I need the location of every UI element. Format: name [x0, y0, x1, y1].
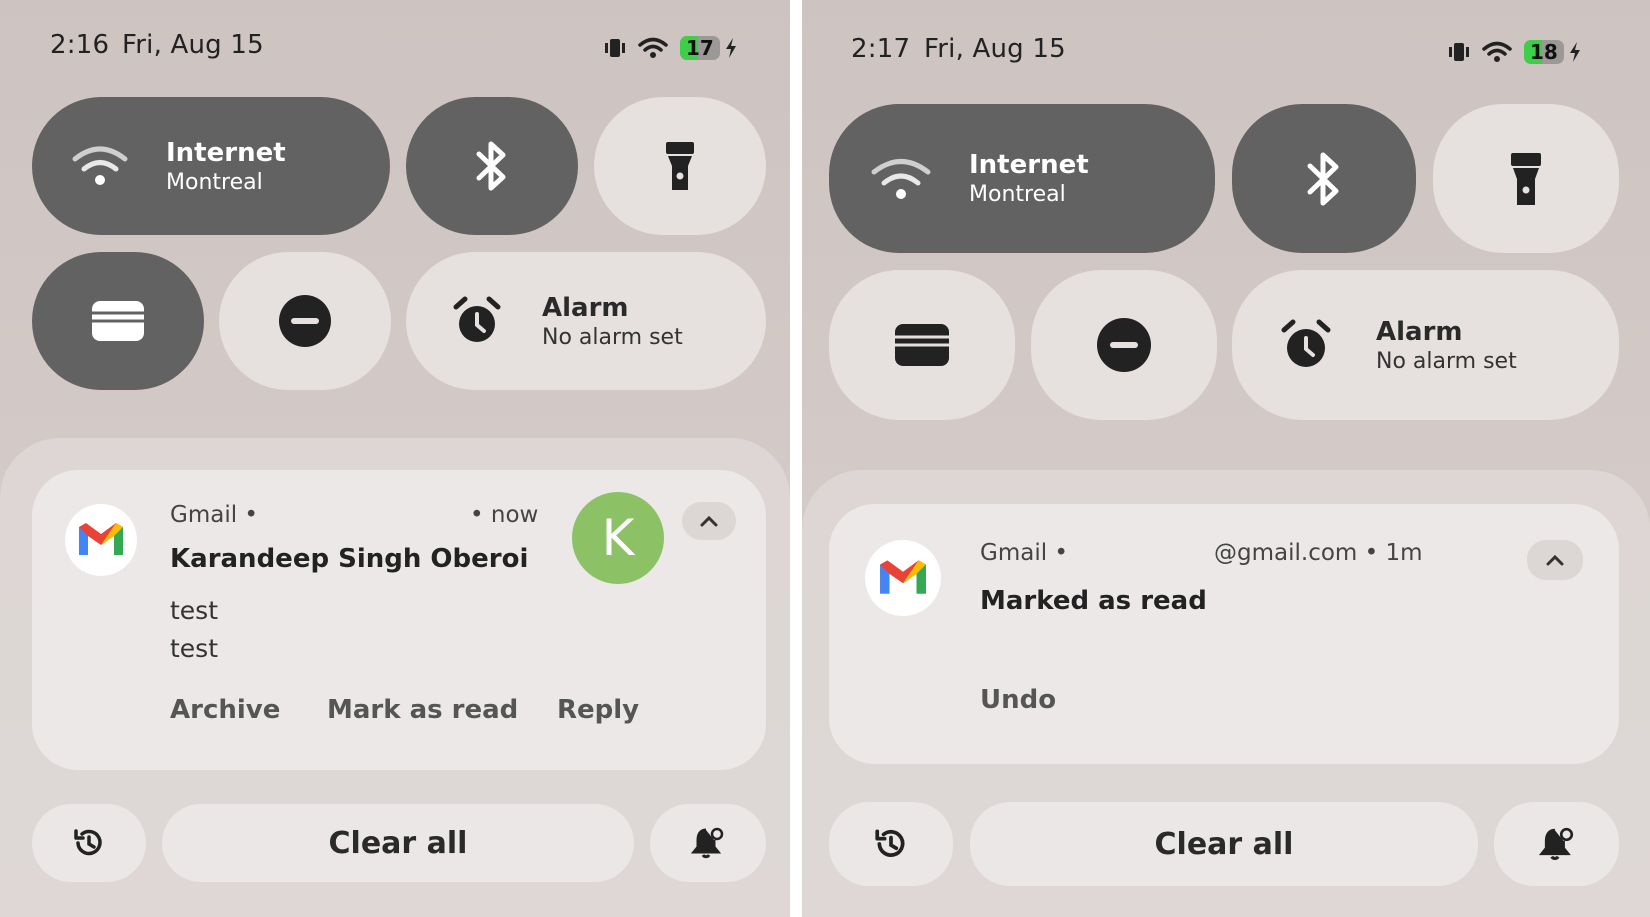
bluetooth-tile[interactable]	[406, 97, 578, 235]
chevron-up-icon	[1546, 554, 1564, 566]
notification-account-time: @gmail.com • 1m	[1214, 540, 1423, 566]
internet-network: Montreal	[969, 182, 1066, 207]
notification-history-button[interactable]	[32, 804, 146, 882]
vibrate-icon	[605, 39, 625, 57]
collapse-button[interactable]	[682, 502, 736, 540]
internet-tile[interactable]: Internet Montreal	[829, 104, 1215, 253]
clear-all-label: Clear all	[328, 825, 468, 861]
notification-settings-button[interactable]	[1494, 802, 1619, 886]
wifi-icon	[638, 37, 668, 58]
body-line: test	[170, 634, 219, 663]
status-time: 2:16	[50, 30, 110, 60]
vibrate-icon	[1449, 43, 1469, 61]
reply-button[interactable]: Reply	[557, 695, 639, 725]
alarm-tile[interactable]: Alarm No alarm set	[406, 252, 766, 390]
left-screenshot: 2:16 Fri, Aug 15 17 Internet Montreal Al…	[0, 0, 790, 917]
collapse-button[interactable]	[1527, 540, 1583, 580]
internet-label: Internet	[969, 150, 1089, 180]
gmail-icon	[865, 540, 941, 616]
do-not-disturb-icon	[1097, 318, 1151, 372]
panel-divider	[790, 0, 802, 917]
bluetooth-icon	[476, 141, 506, 191]
gmail-notification[interactable]: Gmail • • now Karandeep Singh Oberoi tes…	[32, 470, 766, 770]
status-date: Fri, Aug 15	[924, 34, 1066, 64]
status-icons: 17	[604, 36, 738, 60]
flashlight-icon	[666, 142, 694, 190]
notification-body: test test	[170, 592, 218, 668]
internet-network: Montreal	[166, 169, 263, 195]
body-line: test	[170, 596, 219, 625]
alarm-tile[interactable]: Alarm No alarm set	[1232, 270, 1619, 420]
internet-tile[interactable]: Internet Montreal	[32, 97, 390, 235]
wifi-icon	[871, 158, 931, 199]
history-icon	[74, 829, 102, 856]
charging-bolt-icon	[1569, 42, 1580, 62]
wallet-tile[interactable]	[32, 252, 204, 390]
chevron-up-icon	[700, 515, 718, 527]
separator-dot: •	[1054, 540, 1068, 566]
alarm-status: No alarm set	[542, 324, 683, 350]
alarm-clock-icon	[1281, 319, 1331, 367]
gmail-icon	[65, 504, 137, 576]
notification-title: Marked as read	[980, 586, 1207, 616]
alarm-label: Alarm	[542, 292, 629, 323]
undo-button[interactable]: Undo	[980, 685, 1056, 715]
archive-button[interactable]: Archive	[170, 695, 280, 725]
notification-settings-icon	[690, 827, 724, 859]
wallet-tile[interactable]	[829, 270, 1015, 420]
notification-app-name: Gmail	[170, 502, 238, 528]
battery-indicator: 17	[680, 36, 720, 60]
clear-all-button[interactable]: Clear all	[162, 804, 634, 882]
notification-sender: Karandeep Singh Oberoi	[170, 544, 529, 574]
status-date: Fri, Aug 15	[122, 30, 264, 60]
history-icon	[875, 829, 905, 857]
wallet-icon	[895, 324, 949, 366]
notification-history-button[interactable]	[829, 802, 953, 886]
bluetooth-icon	[1307, 152, 1339, 205]
wifi-icon	[1482, 41, 1512, 62]
separator-dot: •	[244, 502, 258, 528]
status-icons: 18	[1448, 40, 1582, 64]
gmail-notification[interactable]: Gmail • @gmail.com • 1m Marked as read U…	[829, 504, 1619, 764]
notification-app-name: Gmail	[980, 540, 1048, 566]
wifi-icon	[72, 146, 128, 185]
notification-settings-button[interactable]	[650, 804, 766, 882]
alarm-status: No alarm set	[1376, 348, 1517, 374]
right-screenshot: 2:17 Fri, Aug 15 18 Internet Montreal Al…	[802, 0, 1650, 917]
notification-settings-icon	[1538, 827, 1573, 860]
do-not-disturb-tile[interactable]	[219, 252, 391, 390]
status-time: 2:17	[851, 34, 911, 64]
wallet-icon	[92, 301, 144, 341]
battery-indicator: 18	[1524, 40, 1564, 64]
flashlight-tile[interactable]	[1433, 104, 1619, 253]
clear-all-button[interactable]: Clear all	[970, 802, 1478, 886]
charging-bolt-icon	[725, 38, 736, 58]
flashlight-icon	[1511, 152, 1541, 205]
alarm-label: Alarm	[1376, 316, 1463, 347]
mark-as-read-button[interactable]: Mark as read	[327, 695, 518, 725]
clear-all-label: Clear all	[1154, 826, 1294, 862]
do-not-disturb-tile[interactable]	[1031, 270, 1217, 420]
notification-time: • now	[470, 502, 539, 528]
sender-avatar: K	[572, 492, 664, 584]
alarm-clock-icon	[453, 296, 501, 342]
do-not-disturb-icon	[279, 295, 331, 347]
bluetooth-tile[interactable]	[1232, 104, 1416, 253]
internet-label: Internet	[166, 137, 286, 168]
flashlight-tile[interactable]	[594, 97, 766, 235]
